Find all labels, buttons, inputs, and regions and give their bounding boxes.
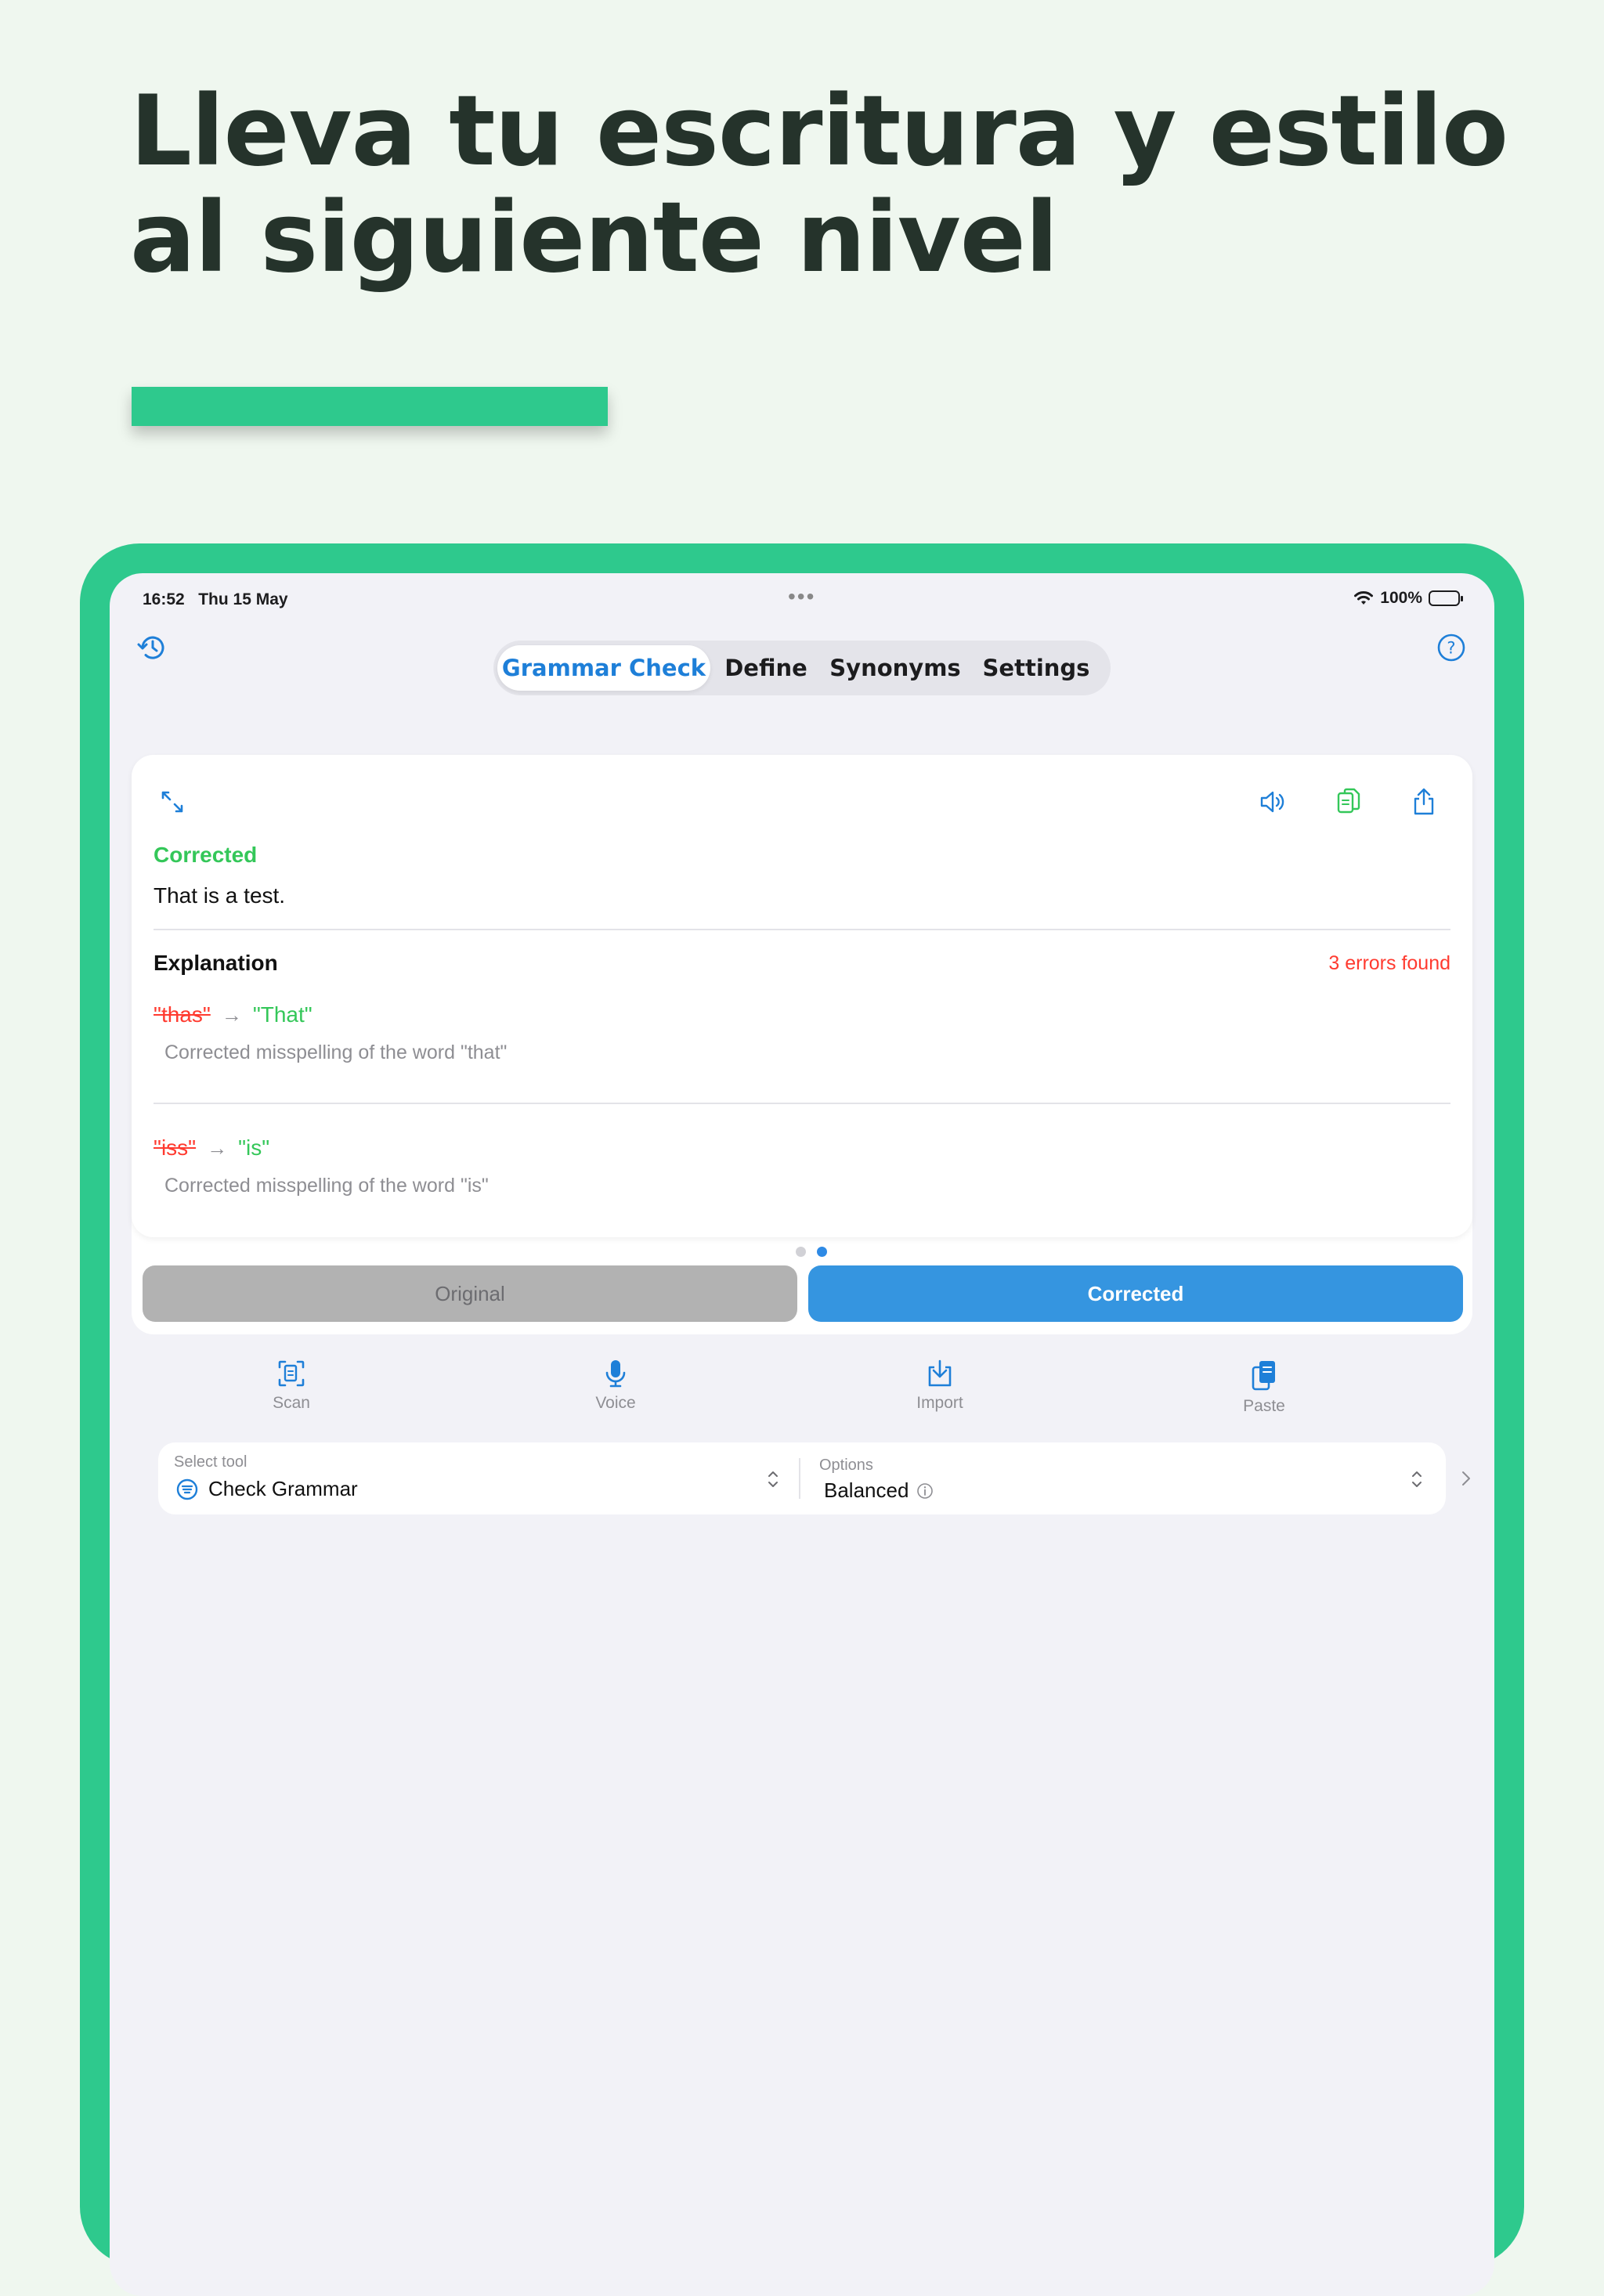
change-description: Corrected misspelling of the word "that" <box>164 1042 508 1063</box>
corrected-text[interactable]: That is a test. <box>154 883 285 908</box>
speak-button[interactable] <box>1255 783 1292 821</box>
status-bar: 16:52 Thu 15 May ••• 100% <box>110 573 1494 636</box>
explanation-title: Explanation <box>154 951 278 975</box>
help-icon: ? <box>1437 634 1465 662</box>
options-picker[interactable]: Balanced <box>824 1478 934 1503</box>
svg-text:?: ? <box>1447 639 1455 658</box>
share-icon <box>1414 788 1434 815</box>
copy-button[interactable] <box>1330 783 1367 821</box>
page-indicator[interactable] <box>796 1247 827 1257</box>
arrow-right-icon: → <box>221 1002 242 1027</box>
device-frame: 16:52 Thu 15 May ••• 100% Grammar Check … <box>80 543 1524 2296</box>
options-caption: Options <box>819 1457 873 1474</box>
tool-picker[interactable]: Check Grammar <box>175 1477 358 1501</box>
microphone-icon <box>605 1360 626 1388</box>
result-panel: Corrected That is a test. Explanation 3 … <box>132 755 1472 1334</box>
status-time: 16:52 <box>143 590 185 608</box>
status-right: 100% <box>1353 589 1463 608</box>
page-dot-active <box>817 1247 827 1257</box>
tool-value: Check Grammar <box>208 1477 358 1500</box>
original-button[interactable]: Original <box>143 1265 797 1322</box>
tool-selector-bar: Select tool Check Grammar Options Balanc… <box>158 1442 1446 1514</box>
hero-line-1: Lleva tu escritura y estilo <box>130 75 1508 188</box>
share-button[interactable] <box>1405 783 1443 821</box>
expand-icon <box>161 791 183 813</box>
change-description: Corrected misspelling of the word "is" <box>164 1175 489 1197</box>
paste-icon <box>1252 1361 1275 1391</box>
arrow-right-icon: → <box>207 1135 228 1160</box>
scan-label: Scan <box>273 1394 310 1412</box>
app-screen: 16:52 Thu 15 May ••• 100% Grammar Check … <box>110 573 1494 2296</box>
wifi-icon <box>1354 591 1374 605</box>
scan-icon <box>278 1360 305 1387</box>
expand-button[interactable] <box>154 783 191 821</box>
corrected-label: Corrected <box>154 843 258 867</box>
multitasking-dots-icon[interactable]: ••• <box>788 584 815 609</box>
corrected-button[interactable]: Corrected <box>808 1265 1463 1322</box>
change-item: "iss" → "is" <box>154 1135 269 1161</box>
tab-define[interactable]: Define <box>710 645 822 691</box>
history-icon <box>137 636 164 659</box>
scan-button[interactable]: Scan <box>237 1358 346 1413</box>
battery-percent: 100% <box>1380 589 1422 607</box>
page-dot <box>796 1247 806 1257</box>
import-button[interactable]: Import <box>885 1358 995 1413</box>
history-button[interactable] <box>135 630 171 666</box>
chevron-up-down-icon[interactable] <box>764 1466 782 1493</box>
divider <box>799 1458 800 1499</box>
list-circle-icon <box>176 1478 198 1500</box>
mode-segmented-control: Grammar Check Define Synonyms Settings <box>493 641 1111 695</box>
result-card: Corrected That is a test. Explanation 3 … <box>132 755 1472 1237</box>
select-tool-caption: Select tool <box>174 1453 247 1471</box>
paste-button[interactable]: Paste <box>1209 1358 1319 1416</box>
tab-settings[interactable]: Settings <box>969 645 1104 691</box>
input-actions: Scan Voice Import Paste <box>133 1358 1430 1444</box>
chevron-right-icon[interactable] <box>1457 1464 1476 1493</box>
copy-icon <box>1337 788 1360 814</box>
battery-icon <box>1429 590 1463 606</box>
change-new-word: "is" <box>238 1135 270 1160</box>
status-date: Thu 15 May <box>198 590 288 608</box>
hero-headline: Lleva tu escritura y estilo al siguiente… <box>130 78 1540 291</box>
import-label: Import <box>916 1394 963 1412</box>
import-icon <box>928 1359 952 1387</box>
status-time-date: 16:52 Thu 15 May <box>143 590 288 609</box>
options-value: Balanced <box>824 1478 909 1502</box>
speaker-icon <box>1260 791 1284 813</box>
hero-line-2: al siguiente nivel <box>130 182 1058 294</box>
change-new-word: "That" <box>252 1002 312 1027</box>
accent-bar <box>132 387 608 426</box>
errors-count: 3 errors found <box>1328 952 1450 974</box>
divider <box>154 929 1450 930</box>
change-item: "thas" → "That" <box>154 1002 312 1027</box>
tab-grammar-check[interactable]: Grammar Check <box>497 645 710 691</box>
change-old-word: "thas" <box>154 1002 211 1027</box>
help-button[interactable]: ? <box>1433 630 1469 666</box>
info-icon <box>917 1482 934 1499</box>
tab-synonyms[interactable]: Synonyms <box>822 645 969 691</box>
change-old-word: "iss" <box>154 1135 197 1160</box>
divider <box>154 1103 1450 1104</box>
paste-label: Paste <box>1243 1397 1285 1415</box>
voice-button[interactable]: Voice <box>561 1358 670 1413</box>
chevron-up-down-icon[interactable] <box>1408 1466 1425 1493</box>
voice-label: Voice <box>595 1394 636 1412</box>
